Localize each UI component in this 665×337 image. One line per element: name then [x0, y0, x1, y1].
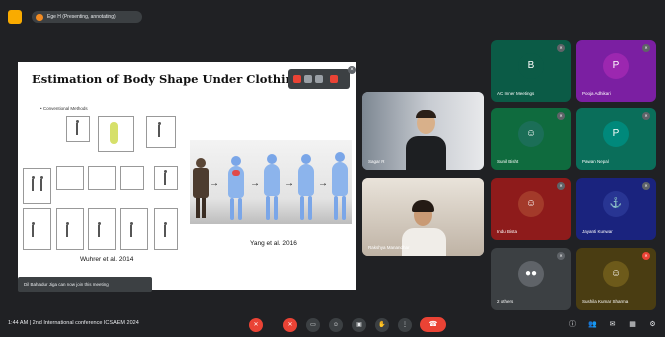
figure-icon	[162, 170, 168, 186]
participant-name: Pooja Adhikari	[582, 91, 611, 96]
people-icon[interactable]: 👥	[588, 320, 597, 329]
presenter-label: Ege H (Presenting, annotating)	[47, 14, 116, 20]
person-body	[402, 228, 446, 256]
present-icon[interactable]: ▣	[352, 318, 366, 332]
figure-icon	[74, 120, 80, 136]
mic-muted-icon: ✕	[557, 252, 565, 260]
shared-presentation: Estimation of Body Shape Under Clothing …	[18, 62, 356, 290]
participant-video-tile[interactable]: Sagar R	[362, 92, 484, 170]
participant-avatar: ☺	[603, 261, 629, 287]
figure-icon	[38, 176, 44, 192]
meeting-info: 1:44 AM | 2nd International conference I…	[8, 320, 139, 326]
top-bar: Ege H (Presenting, annotating)	[0, 0, 665, 36]
participant-avatar: ⚓	[603, 191, 629, 217]
figure-icon	[64, 222, 70, 238]
participant-avatar: ☺	[518, 191, 544, 217]
flowchart-box	[23, 208, 51, 250]
person-hair	[412, 200, 434, 212]
camera-mini-icon[interactable]	[304, 75, 312, 83]
participant-name: Pawan Nepal	[582, 159, 609, 164]
end-call-button[interactable]: ☎	[420, 317, 446, 332]
mic-muted-icon: ✕	[642, 252, 650, 260]
presentation-mini-controls[interactable]: ×	[288, 66, 356, 89]
end-mini-icon[interactable]	[330, 75, 338, 83]
join-notification[interactable]: Dil Bahadur Jiga can now join this meeti…	[18, 277, 152, 292]
participant-tile[interactable]: ⚓ ✕ Jayanti Kunwar	[576, 178, 656, 240]
slide-title: Estimation of Body Shape Under Clothing	[32, 72, 302, 86]
caption-right: Yang et al. 2016	[250, 240, 297, 247]
person-leg-icon	[202, 198, 206, 218]
flowchart-box	[56, 208, 84, 250]
mic-mini-icon[interactable]	[293, 75, 301, 83]
mic-muted-icon: ✕	[557, 44, 565, 52]
scan-figure-icon	[110, 122, 118, 144]
arrow-icon: →	[250, 178, 260, 189]
participant-name: 2 others	[497, 299, 514, 304]
figure-icon	[30, 222, 36, 238]
mic-muted-icon: ✕	[642, 44, 650, 52]
participant-avatar: P	[603, 121, 629, 147]
mic-muted-icon: ✕	[642, 182, 650, 190]
person-hair	[416, 110, 436, 118]
participant-avatar: P	[603, 53, 629, 79]
caption-left: Wuhrer et al. 2014	[80, 256, 134, 263]
mic-off-icon[interactable]: ✕	[249, 318, 263, 332]
participant-tile[interactable]: ☺ ✕ Sushila Kumar Sharma	[576, 248, 656, 310]
screen-mini-icon[interactable]	[315, 75, 323, 83]
flowchart-box	[88, 166, 116, 190]
meet-app-icon	[8, 10, 22, 24]
participant-tile[interactable]: ☺ ✕ Indu Bista	[491, 178, 571, 240]
participant-name: AC Inner Meetings	[497, 91, 535, 96]
participant-tile[interactable]: B ✕ AC Inner Meetings	[491, 40, 571, 102]
participant-name: Sushila Kumar Sharma	[582, 299, 629, 304]
camera-off-icon[interactable]: ✕	[283, 318, 297, 332]
mic-muted-icon: ✕	[557, 112, 565, 120]
chat-icon[interactable]: ✉	[608, 320, 617, 329]
figure-icon	[128, 222, 134, 238]
person-body	[406, 136, 446, 170]
person-leg-icon	[196, 198, 200, 218]
flowchart-box	[88, 208, 116, 250]
participant-avatar: B	[518, 53, 544, 79]
participant-tile[interactable]: ☺ ✕ Sunil Bisht	[491, 108, 571, 170]
participant-name: Indu Bista	[497, 229, 518, 234]
clothed-person-icon	[193, 168, 209, 198]
person-head-icon	[196, 158, 206, 168]
captions-icon[interactable]: ▭	[306, 318, 320, 332]
participant-tile[interactable]: ●● ✕ 2 others	[491, 248, 571, 310]
figure-icon	[162, 222, 168, 238]
arrow-icon: →	[284, 178, 294, 189]
participant-tile[interactable]: P ✕ Pooja Adhikari	[576, 40, 656, 102]
figure-icon	[96, 222, 102, 238]
mic-muted-icon: ✕	[557, 182, 565, 190]
participant-name: Jayanti Kunwar	[582, 229, 613, 234]
flowchart-box	[56, 166, 84, 190]
participant-name: Sagar R	[368, 159, 385, 164]
participant-video-tile[interactable]: Rakshya Manandhar	[362, 178, 484, 256]
host-controls-icon[interactable]: ⚙	[648, 320, 657, 329]
presenting-dot-icon	[36, 13, 43, 21]
more-options-icon[interactable]: ⋮	[398, 318, 412, 332]
flowchart-box	[23, 168, 51, 204]
participant-avatar: ☺	[518, 121, 544, 147]
raise-hand-icon[interactable]: ✋	[375, 318, 389, 332]
participant-tile[interactable]: P ✕ Pawan Nepal	[576, 108, 656, 170]
figure-icon	[30, 176, 36, 192]
close-icon[interactable]: ×	[348, 66, 356, 74]
participant-name: Rakshya Manandhar	[368, 245, 410, 250]
bottom-bar: 1:44 AM | 2nd International conference I…	[0, 312, 665, 337]
figure-icon	[156, 122, 162, 138]
participant-avatar: ●●	[518, 261, 544, 287]
flowchart-box	[120, 208, 148, 250]
slide-bullet: • Conventional Methods	[40, 106, 88, 111]
mic-muted-icon: ✕	[642, 112, 650, 120]
info-icon[interactable]: ⓘ	[568, 320, 577, 329]
activities-icon[interactable]: ▦	[628, 320, 637, 329]
participant-name: Sunil Bisht	[497, 159, 519, 164]
arrow-icon: →	[209, 178, 219, 189]
emoji-icon[interactable]: ☺	[329, 318, 343, 332]
arrow-icon: →	[318, 178, 328, 189]
flowchart-box	[120, 166, 144, 190]
presenter-pill[interactable]: Ege H (Presenting, annotating)	[32, 11, 142, 23]
